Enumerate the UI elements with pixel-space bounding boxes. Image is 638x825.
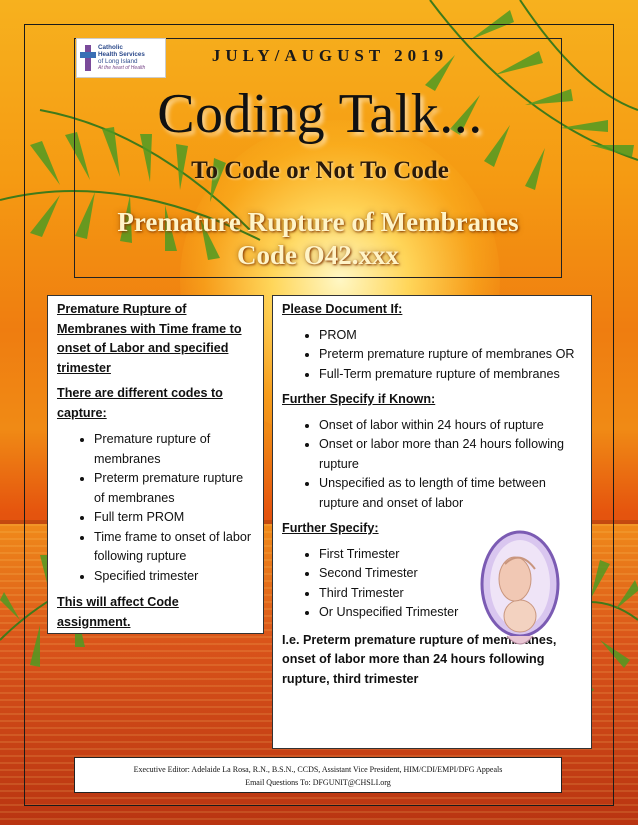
logo-line-2: Health Services xyxy=(98,51,145,58)
list-item: Preterm premature rupture of membranes O… xyxy=(319,345,581,365)
heading-line: Membranes with Time frame to xyxy=(57,321,242,336)
specify-known-list: Onset of labor within 24 hours of ruptur… xyxy=(282,416,581,514)
editor-credit: Executive Editor: Adelaide La Rosa, R.N.… xyxy=(133,765,503,774)
document-list: PROM Preterm premature rupture of membra… xyxy=(282,326,581,385)
list-item: Premature rupture of membranes xyxy=(94,430,255,469)
topic-heading: Premature Rupture of Membranes Code O42.… xyxy=(74,206,562,272)
codes-list: Premature rupture of membranes Preterm p… xyxy=(57,430,255,586)
cross-logo-icon xyxy=(80,45,96,71)
logo-line-3: of Long Island xyxy=(98,58,138,65)
left-panel-heading: Premature Rupture of Membranes with Time… xyxy=(57,300,255,378)
heading-line: capture: xyxy=(57,405,107,420)
heading-line: trimester xyxy=(57,360,111,375)
logo-wordmark: Catholic Health Services of Long Island … xyxy=(98,44,145,72)
specify-known-heading: Further Specify if Known: xyxy=(282,392,436,406)
heading-line: Premature Rupture of xyxy=(57,302,187,316)
logo-line-1: Catholic xyxy=(98,44,123,51)
list-item: Onset or labor more than 24 hours follow… xyxy=(319,435,581,474)
list-item: Specified trimester xyxy=(94,567,255,587)
topic-code: Code O42.xxx xyxy=(237,240,399,270)
newsletter-title: Coding Talk... xyxy=(157,83,483,145)
codes-heading: There are different codes to capture: xyxy=(57,384,255,423)
newsletter-subtitle: To Code or Not To Code xyxy=(191,157,449,184)
fetus-illustration xyxy=(480,530,560,645)
code-assignment-note: This will affect Code assignment. xyxy=(57,595,179,629)
heading-line: onset of Labor and specified xyxy=(57,341,229,355)
list-item: Time frame to onset of labor following r… xyxy=(94,528,255,567)
list-item: Full term PROM xyxy=(94,508,255,528)
logo-tagline: At the heart of Health xyxy=(98,65,146,71)
right-info-panel: Please Document If: PROM Preterm prematu… xyxy=(272,295,592,749)
chs-logo: Catholic Health Services of Long Island … xyxy=(76,38,166,78)
list-item: Preterm premature rupture of membranes xyxy=(94,469,255,508)
heading-line: There are different codes to xyxy=(57,386,223,400)
list-item: Onset of labor within 24 hours of ruptur… xyxy=(319,416,581,436)
list-item: PROM xyxy=(319,326,581,346)
email-contact: Email Questions To: DFGUNIT@CHSLI.org xyxy=(245,778,391,787)
list-item: Unspecified as to length of time between… xyxy=(319,474,581,513)
issue-date: JULY/AUGUST 2019 xyxy=(211,46,449,65)
topic-name: Premature Rupture of Membranes xyxy=(117,207,519,237)
list-item: Full-Term premature rupture of membranes xyxy=(319,365,581,385)
document-heading: Please Document If: xyxy=(282,302,403,316)
footer-credits: Executive Editor: Adelaide La Rosa, R.N.… xyxy=(74,757,562,793)
left-info-panel: Premature Rupture of Membranes with Time… xyxy=(47,295,264,634)
